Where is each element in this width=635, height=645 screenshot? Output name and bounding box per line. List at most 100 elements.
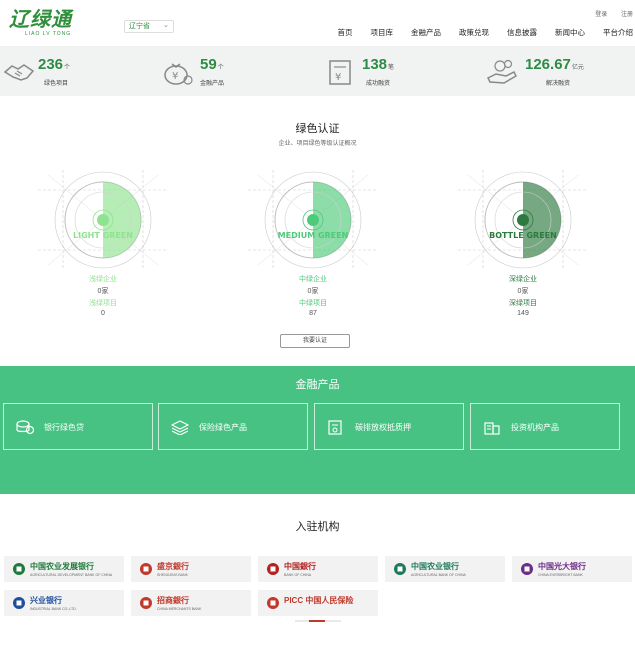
level-badge-text: BOTTLE GREEN <box>489 231 557 240</box>
stat-value: 59个 <box>200 56 224 73</box>
bank-emblem-icon <box>267 563 279 575</box>
institution-name: 兴业银行 <box>30 596 62 605</box>
register-link[interactable]: 注册 <box>621 12 633 18</box>
institutions-title: 入驻机构 <box>295 521 340 533</box>
institution-name: 盛京銀行 <box>157 562 189 571</box>
stat-label: 解决融资 <box>546 81 571 87</box>
project-level-label: 中绿项目 <box>299 300 327 307</box>
stat-projects: 236个 绿色项目 <box>0 46 160 96</box>
stat-financing-count: ¥ 138笔 成功融资 <box>320 46 480 96</box>
institution-logo[interactable]: 中国光大银行 CHINA EVERBRIGHT BANK <box>512 556 632 582</box>
institution-name-en: INDUSTRIAL BANK CO.,LTD. <box>30 607 77 611</box>
company-count: 0家 <box>97 288 109 295</box>
stat-products: ¥ 59个 金融产品 <box>160 46 320 96</box>
institution-logo[interactable]: 盛京銀行 SHENGJING BANK <box>131 556 251 582</box>
document-yen-icon: ¥ <box>329 60 351 85</box>
finance-card-investment[interactable]: 投资机构产品 <box>470 403 620 450</box>
green-level-emblem: LIGHT GREEN <box>38 170 168 270</box>
hand-coins-icon <box>486 59 517 84</box>
company-count: 0家 <box>517 288 529 295</box>
login-link[interactable]: 登录 <box>595 12 607 18</box>
site-header: 辽绿通 LIAO LV TONG 辽宁省 ⌄ 登录 注册 首页 项目库 金融产品… <box>0 0 635 46</box>
stat-label: 绿色项目 <box>44 81 69 87</box>
finance-card-label: 银行绿色贷 <box>44 423 84 432</box>
company-count: 0家 <box>307 288 319 295</box>
institution-name-en: AGRICULTURAL DEVELOPMENT BANK OF CHINA <box>30 573 113 577</box>
finance-section: 金融产品 银行绿色贷 保险绿色产品 碳排放权抵质押 投资机构产品 <box>0 366 635 494</box>
institution-name: 中国光大银行 <box>538 562 586 571</box>
nav-about[interactable]: 平台介绍 <box>603 27 633 38</box>
institution-logo[interactable]: 中国銀行 BANK OF CHINA <box>258 556 378 582</box>
institution-name: 中国农业发展银行 <box>30 562 94 571</box>
coins-icon <box>16 420 34 435</box>
cert-card-bottle-green: BOTTLE GREEN 深绿企业 0家深绿项目 149 <box>458 170 588 325</box>
nav-projects[interactable]: 项目库 <box>371 27 394 38</box>
cert-card-medium-green: MEDIUM GREEN 中绿企业 0家中绿项目 87 <box>248 170 378 325</box>
certification-title: 绿色认证 <box>295 123 340 135</box>
stat-value: 138笔 <box>362 56 395 73</box>
green-level-emblem: MEDIUM GREEN <box>248 170 378 270</box>
stat-label: 金融产品 <box>200 81 225 87</box>
svg-text:¥: ¥ <box>335 72 341 83</box>
carousel-indicator-active <box>309 620 325 622</box>
project-count: 0 <box>101 310 105 317</box>
project-level-label: 深绿项目 <box>509 300 537 307</box>
green-level-emblem: BOTTLE GREEN <box>458 170 588 270</box>
bank-emblem-icon <box>267 597 279 609</box>
logo-text: 辽绿通 <box>9 7 72 31</box>
chevron-down-icon: ⌄ <box>163 22 169 29</box>
bank-emblem-icon <box>394 563 406 575</box>
carousel-indicator[interactable] <box>295 620 341 622</box>
institution-name-en: CHINA EVERBRIGHT BANK <box>538 573 583 577</box>
finance-card-insurance[interactable]: 保险绿色产品 <box>158 403 308 450</box>
account-links: 登录 注册 <box>583 9 635 18</box>
money-bag-icon: ¥ <box>164 63 193 85</box>
company-level-label: 中绿企业 <box>299 276 327 283</box>
building-icon <box>484 422 500 435</box>
region-value: 辽宁省 <box>129 23 150 30</box>
nav-disclosure[interactable]: 信息披露 <box>507 27 537 38</box>
level-badge-text: LIGHT GREEN <box>73 231 133 240</box>
nav-finance-products[interactable]: 金融产品 <box>411 27 441 38</box>
institution-logo[interactable]: PICC 中国人民保险 <box>258 590 378 616</box>
finance-card-label: 碳排放权抵质押 <box>355 423 411 432</box>
finance-card-label: 投资机构产品 <box>511 423 559 432</box>
company-level-label: 浅绿企业 <box>89 276 117 283</box>
region-select[interactable]: 辽宁省 ⌄ <box>124 20 174 33</box>
institution-name-en: AGRICULTURAL BANK OF CHINA <box>411 573 466 577</box>
company-level-label: 深绿企业 <box>509 276 537 283</box>
certificate-icon <box>328 420 342 435</box>
institution-name-en: SHENGJING BANK <box>157 573 188 577</box>
bank-emblem-icon <box>521 563 533 575</box>
site-logo[interactable]: 辽绿通 LIAO LV TONG <box>9 8 72 37</box>
stat-label: 成功融资 <box>366 81 391 87</box>
stat-value: 236个 <box>38 56 71 73</box>
bank-emblem-icon <box>13 597 25 609</box>
project-count: 87 <box>309 310 317 317</box>
apply-certification-button[interactable]: 我要认证 <box>280 334 350 348</box>
institution-name: PICC 中国人民保险 <box>284 596 354 605</box>
project-count: 149 <box>517 310 529 317</box>
bank-emblem-icon <box>13 563 25 575</box>
stats-bar: 236个 绿色项目 ¥ 59个 金融产品 ¥ 138笔 成功融资 126.67亿… <box>0 46 635 96</box>
finance-card-carbon-pledge[interactable]: 碳排放权抵质押 <box>314 403 464 450</box>
institution-logo[interactable]: 兴业银行 INDUSTRIAL BANK CO.,LTD. <box>4 590 124 616</box>
layers-icon <box>171 420 189 435</box>
institution-logo[interactable]: 中国农业银行 AGRICULTURAL BANK OF CHINA <box>385 556 505 582</box>
finance-card-bank-loan[interactable]: 银行绿色贷 <box>3 403 153 450</box>
institution-logo[interactable]: 中国农业发展银行 AGRICULTURAL DEVELOPMENT BANK OF… <box>4 556 124 582</box>
bank-emblem-icon <box>140 563 152 575</box>
certification-subtitle: 企业、项目绿色等级认证概况 <box>278 141 357 147</box>
nav-home[interactable]: 首页 <box>338 27 353 38</box>
bank-emblem-icon <box>140 597 152 609</box>
institution-name-en: BANK OF CHINA <box>284 573 312 577</box>
handshake-icon <box>3 64 35 81</box>
institution-logo[interactable]: 招商銀行 CHINA MERCHANTS BANK <box>131 590 251 616</box>
level-badge-text: MEDIUM GREEN <box>278 231 349 240</box>
stat-value: 126.67亿元 <box>525 56 584 73</box>
institution-name: 中国銀行 <box>284 562 316 571</box>
institution-name-en: CHINA MERCHANTS BANK <box>157 607 202 611</box>
project-level-label: 浅绿项目 <box>89 300 117 307</box>
nav-news[interactable]: 新闻中心 <box>555 27 585 38</box>
nav-policy[interactable]: 政策兑现 <box>459 27 489 38</box>
